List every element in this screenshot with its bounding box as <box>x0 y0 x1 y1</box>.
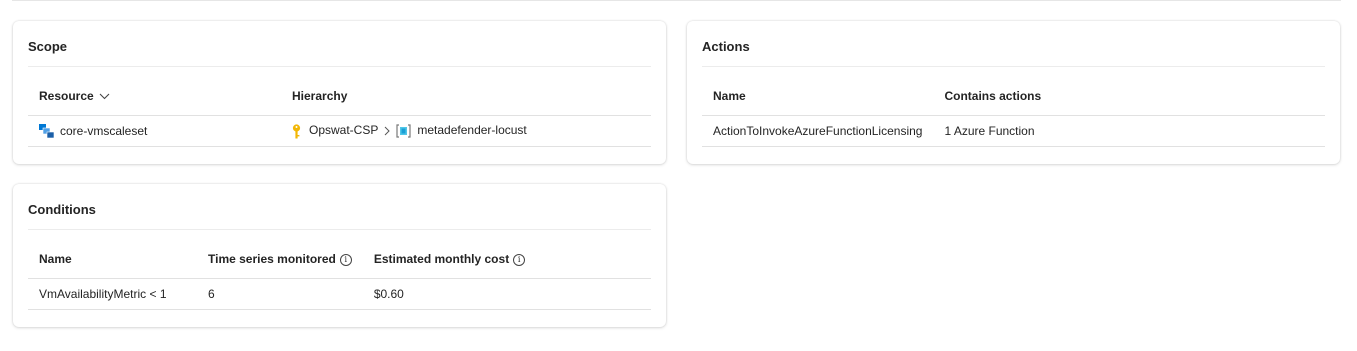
contains-actions-header: Contains actions <box>933 77 1325 116</box>
condition-name-header: Name <box>28 240 197 279</box>
scope-title: Scope <box>28 39 68 54</box>
chevron-down-icon[interactable] <box>99 93 110 100</box>
scope-table: Resource Hierarchy core-vmscaleset Opswa… <box>28 77 651 147</box>
resource-cell: core-vmscaleset <box>28 115 281 147</box>
monthly-cost-value: $0.60 <box>362 278 651 310</box>
resource-header-label: Resource <box>39 89 94 103</box>
actions-divider <box>702 66 1325 67</box>
subscription-link[interactable]: Opswat-CSP <box>309 123 378 137</box>
time-series-header-label: Time series monitored <box>208 252 336 266</box>
scope-divider <box>28 66 651 67</box>
monthly-cost-header-label: Estimated monthly cost <box>373 252 510 266</box>
chevron-right-icon <box>385 126 391 136</box>
table-row: core-vmscaleset Opswat-CSP metadefender-… <box>28 115 651 147</box>
actions-table: Name Contains actions ActionToInvokeAzur… <box>702 77 1325 147</box>
table-row: VmAvailabilityMetric < 1 6 $0.60 <box>28 278 651 310</box>
contains-actions-value: 1 Azure Function <box>933 115 1325 147</box>
conditions-table: Name Time series monitored i Estimated mo… <box>28 240 651 310</box>
top-divider <box>12 0 1341 1</box>
resource-column-header[interactable]: Resource <box>28 77 281 116</box>
resource-group-link[interactable]: metadefender-locust <box>417 123 526 137</box>
monthly-cost-header: Estimated monthly cost i <box>363 240 651 279</box>
vm-scale-set-icon <box>39 124 54 139</box>
conditions-card: Conditions Name Time series monitored i E… <box>13 184 666 327</box>
actions-name-header-label: Name <box>713 89 746 103</box>
action-group-name[interactable]: ActionToInvokeAzureFunctionLicensing <box>702 115 934 147</box>
scope-card: Scope Resource Hierarchy core-vmscaleset <box>13 21 666 164</box>
info-icon[interactable]: i <box>513 253 526 266</box>
resource-link[interactable]: core-vmscaleset <box>60 124 147 138</box>
hierarchy-header-label: Hierarchy <box>292 89 348 103</box>
contains-actions-header-label: Contains actions <box>944 89 1042 103</box>
actions-card: Actions Name Contains actions ActionToIn… <box>687 21 1340 164</box>
hierarchy-cell: Opswat-CSP metadefender-locust <box>281 115 651 147</box>
resource-group-icon <box>396 124 411 138</box>
conditions-divider <box>28 229 651 230</box>
info-icon[interactable]: i <box>339 253 352 266</box>
time-series-value: 6 <box>197 278 363 310</box>
conditions-title: Conditions <box>28 202 96 217</box>
condition-name-header-label: Name <box>39 252 72 266</box>
key-icon <box>292 124 301 139</box>
actions-title: Actions <box>702 39 750 54</box>
time-series-header: Time series monitored i <box>197 240 363 279</box>
actions-name-header: Name <box>702 77 933 116</box>
condition-name[interactable]: VmAvailabilityMetric < 1 <box>28 278 197 310</box>
table-row: ActionToInvokeAzureFunctionLicensing 1 A… <box>702 115 1325 147</box>
hierarchy-column-header: Hierarchy <box>281 77 651 116</box>
